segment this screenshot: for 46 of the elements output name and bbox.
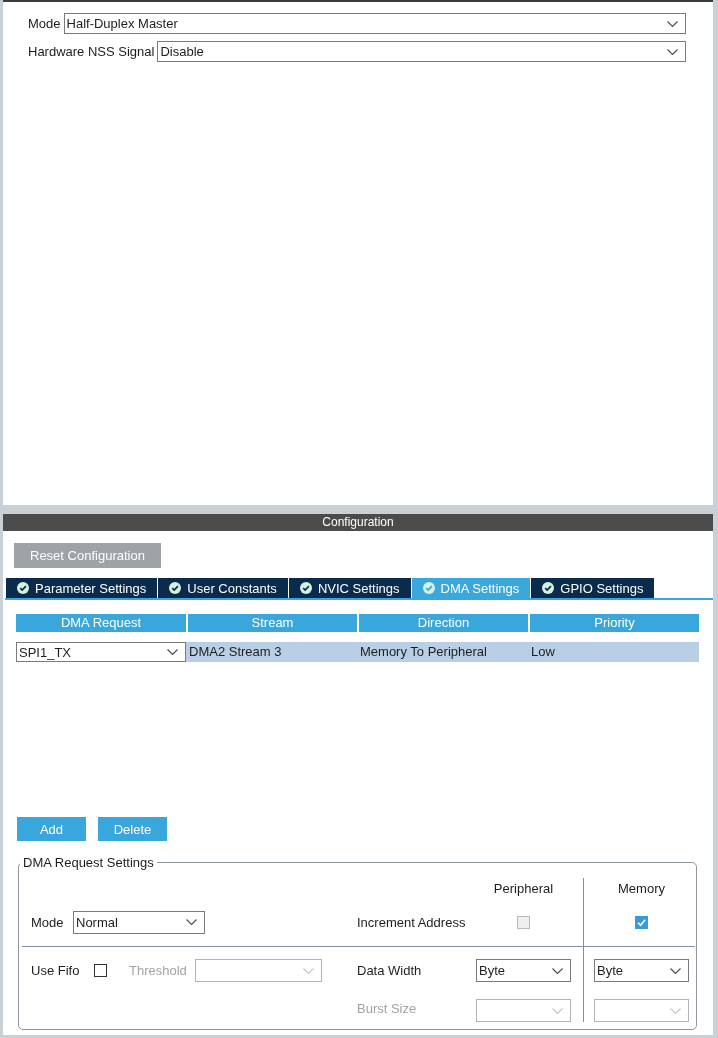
chevron-down-icon	[667, 20, 678, 27]
check-circle-icon	[299, 582, 312, 594]
chevron-down-icon	[552, 967, 563, 974]
dropdown[interactable]: Normal	[73, 910, 205, 934]
field-label: Mode	[28, 16, 61, 31]
panel-title: Configuration	[3, 514, 713, 531]
chevron-down-icon	[167, 649, 178, 655]
field-label: Increment Address	[356, 914, 467, 930]
chevron-down-icon	[670, 967, 681, 974]
field-label: Threshold	[129, 963, 188, 978]
column-header: Stream	[188, 614, 357, 632]
field-label: Use Fifo	[31, 963, 81, 978]
chevron-down-icon	[667, 48, 678, 55]
tab[interactable]: User Constants	[158, 578, 288, 598]
field-label: Data Width	[356, 963, 423, 978]
checkbox[interactable]	[635, 915, 648, 929]
tab[interactable]: GPIO Settings	[531, 578, 655, 598]
field-label: Hardware NSS Signal	[28, 44, 155, 59]
column-header: Direction	[359, 614, 528, 632]
table-cell-text: Memory To Peripheral	[359, 643, 488, 661]
field-label: Burst Size	[356, 1000, 418, 1016]
check-circle-icon	[542, 582, 555, 594]
check-circle-icon	[169, 582, 182, 594]
column-header: DMA Request	[16, 614, 186, 632]
chevron-down-icon	[303, 967, 314, 974]
field-label: Mode	[31, 914, 65, 930]
chevron-down-icon	[552, 1007, 563, 1014]
checkbox[interactable]	[94, 964, 107, 977]
table-cell-text: Low	[530, 643, 556, 661]
dropdown[interactable]: Half-Duplex Master	[63, 13, 686, 34]
tab[interactable]: Parameter Settings	[6, 578, 158, 598]
check-circle-icon	[422, 582, 435, 594]
column-header: Peripheral	[493, 880, 554, 896]
dropdown[interactable]: Byte	[476, 959, 571, 982]
table-cell-text: DMA2 Stream 3	[188, 643, 283, 661]
column-header: Priority	[530, 614, 699, 632]
dropdown[interactable]: Disable	[157, 41, 686, 62]
dropdown[interactable]: SPI1_TX	[16, 642, 186, 662]
column-header: Memory	[618, 880, 665, 896]
chevron-down-icon	[670, 1007, 681, 1014]
tab[interactable]: NVIC Settings	[288, 578, 411, 598]
chevron-down-icon	[186, 919, 197, 925]
group-title: DMA Request Settings	[22, 855, 155, 870]
dropdown[interactable]: Byte	[594, 959, 689, 982]
table-row[interactable]: SPI1_TX DMA2 Stream 3 Memory To Peripheral Low	[16, 642, 699, 662]
check-circle-icon	[17, 582, 29, 594]
